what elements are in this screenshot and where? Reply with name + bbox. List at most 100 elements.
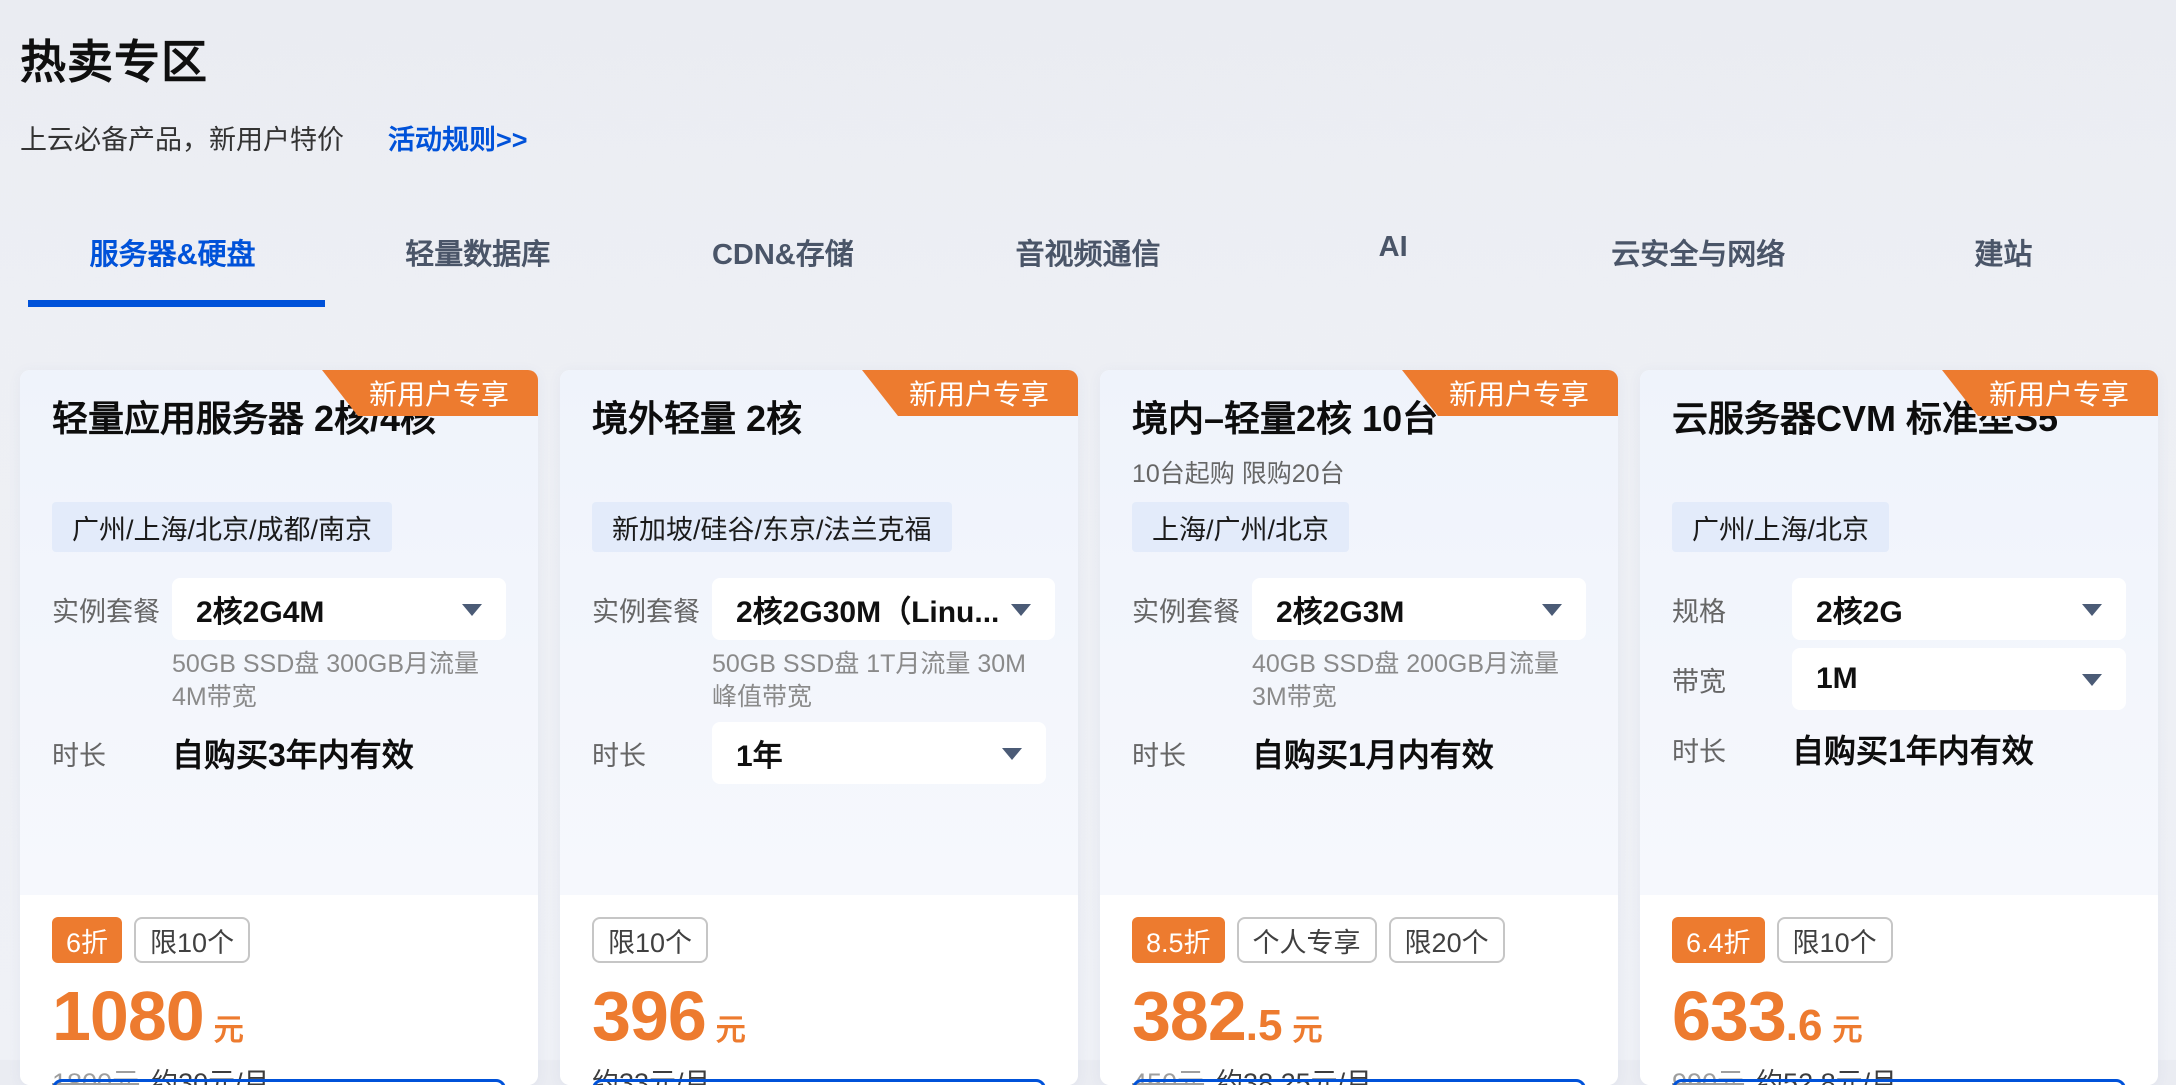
new-user-ribbon: 新用户专享: [322, 370, 538, 416]
card-row: 实例套餐 2核2G3M 40GB SSD盘 200GB月流量 3M带宽: [1132, 578, 1586, 714]
tab-2[interactable]: 轻量数据库: [325, 215, 630, 307]
limit-badge: 限10个: [1777, 917, 1893, 963]
select-value: 2核2G: [1816, 587, 1903, 631]
spec-description: 50GB SSD盘 300GB月流量 4M带宽: [172, 648, 506, 714]
select-value: 2核2G3M: [1276, 587, 1404, 631]
discount-badge: 6折: [52, 917, 122, 963]
tab-6[interactable]: 云安全与网络: [1546, 215, 1851, 307]
page-subtitle: 上云必备产品，新用户特价: [20, 118, 344, 157]
row-label: 规格: [1672, 578, 1792, 640]
price-integer: 633: [1672, 981, 1786, 1051]
select-value: 2核2G4M: [196, 587, 324, 631]
card-config-section: 境内–轻量2核 10台10台起购 限购20台上海/广州/北京实例套餐2核2G3M…: [1100, 370, 1618, 895]
price-decimal: .6: [1786, 1001, 1823, 1051]
price-integer: 396: [592, 981, 706, 1051]
page-title: 热卖专区: [20, 26, 2156, 92]
规格-select[interactable]: 2核2G: [1792, 578, 2126, 640]
tab-4[interactable]: 音视频通信: [935, 215, 1240, 307]
card-row: 带宽 1M: [1672, 648, 2126, 710]
card-price-section: 6.4折限10个633.6元990元约52.8元/月: [1640, 895, 2158, 1085]
region-tag: 广州/上海/北京/成都/南京: [52, 502, 392, 552]
row-value: 自购买1年内有效: [1792, 718, 2126, 780]
card-row: 时长自购买1月内有效: [1132, 722, 1586, 784]
new-user-ribbon: 新用户专享: [862, 370, 1078, 416]
buy-button[interactable]: [1132, 1079, 1586, 1085]
row-label: 实例套餐: [52, 578, 172, 640]
product-card: 新用户专享境外轻量 2核新加坡/硅谷/东京/法兰克福实例套餐2核2G30M（Li…: [560, 370, 1078, 1085]
card-row: 时长自购买3年内有效: [52, 722, 506, 784]
price-unit: 元: [1833, 1005, 1863, 1049]
select-value: 2核2G30M（Linu...: [736, 587, 999, 631]
row-label: 时长: [1672, 718, 1792, 780]
badge-row: 限10个: [592, 917, 1046, 963]
spec-description: 40GB SSD盘 200GB月流量 3M带宽: [1252, 648, 1586, 714]
实例套餐-select[interactable]: 2核2G4M: [172, 578, 506, 640]
row-value: 自购买3年内有效: [172, 722, 506, 784]
card-row: 实例套餐 2核2G4M 50GB SSD盘 300GB月流量 4M带宽: [52, 578, 506, 714]
card-rows: 实例套餐 2核2G3M 40GB SSD盘 200GB月流量 3M带宽时长自购买1月…: [1132, 578, 1586, 784]
buy-button[interactable]: [592, 1079, 1046, 1085]
card-subtitle: 10台起购 限购20台: [1132, 450, 1586, 494]
tab-1[interactable]: 服务器&硬盘: [20, 215, 325, 307]
price-decimal: .5: [1246, 1001, 1283, 1051]
price: 1080元: [52, 981, 506, 1051]
select-value: 1M: [1816, 662, 1858, 696]
card-subtitle: [592, 450, 1046, 494]
card-row: 规格 2核2G: [1672, 578, 2126, 640]
price-integer: 382: [1132, 981, 1246, 1051]
region-tag: 上海/广州/北京: [1132, 502, 1349, 552]
price-unit: 元: [716, 1005, 746, 1049]
badge-row: 8.5折个人专享限20个: [1132, 917, 1586, 963]
实例套餐-select[interactable]: 2核2G30M（Linu...: [712, 578, 1055, 640]
badge-row: 6折限10个: [52, 917, 506, 963]
limit-badge: 个人专享: [1237, 917, 1377, 963]
card-rows: 实例套餐2核2G30M（Linu...50GB SSD盘 1T月流量 30M峰值…: [592, 578, 1046, 784]
card-config-section: 轻量应用服务器 2核/4核广州/上海/北京/成都/南京实例套餐2核2G4M50G…: [20, 370, 538, 895]
带宽-select[interactable]: 1M: [1792, 648, 2126, 710]
product-card: 新用户专享境内–轻量2核 10台10台起购 限购20台上海/广州/北京实例套餐2…: [1100, 370, 1618, 1085]
card-row: 时长1年: [592, 722, 1046, 784]
limit-badge: 限10个: [134, 917, 250, 963]
row-label: 带宽: [1672, 648, 1792, 710]
new-user-ribbon: 新用户专享: [1942, 370, 2158, 416]
时长-select[interactable]: 1年: [712, 722, 1046, 784]
discount-badge: 6.4折: [1672, 917, 1765, 963]
chevron-down-icon: [1542, 604, 1562, 616]
card-row: 实例套餐2核2G30M（Linu...50GB SSD盘 1T月流量 30M峰值…: [592, 578, 1046, 714]
chevron-down-icon: [1002, 748, 1022, 760]
card-subtitle: [52, 450, 506, 494]
spec-description: 50GB SSD盘 1T月流量 30M峰值带宽: [712, 648, 1055, 714]
card-rows: 实例套餐 2核2G4M 50GB SSD盘 300GB月流量 4M带宽时长自购买3年…: [52, 578, 506, 784]
category-tabs: 服务器&硬盘轻量数据库CDN&存储音视频通信AI云安全与网络建站: [20, 215, 2156, 307]
discount-badge: 8.5折: [1132, 917, 1225, 963]
buy-button[interactable]: [52, 1079, 506, 1085]
product-card: 新用户专享轻量应用服务器 2核/4核广州/上海/北京/成都/南京实例套餐2核2G…: [20, 370, 538, 1085]
buy-button[interactable]: [1672, 1079, 2126, 1085]
实例套餐-select[interactable]: 2核2G3M: [1252, 578, 1586, 640]
tab-5[interactable]: AI: [1241, 215, 1546, 307]
card-subtitle: [1672, 450, 2126, 494]
card-price-section: 8.5折个人专享限20个382.5元450元约38.25元/月: [1100, 895, 1618, 1085]
card-config-section: 境外轻量 2核新加坡/硅谷/东京/法兰克福实例套餐2核2G30M（Linu...…: [560, 370, 1078, 895]
activity-rules-link[interactable]: 活动规则>>: [388, 118, 528, 157]
tab-3[interactable]: CDN&存储: [630, 215, 935, 307]
chevron-down-icon: [1011, 604, 1031, 616]
price: 396元: [592, 981, 1046, 1051]
limit-badge: 限20个: [1389, 917, 1505, 963]
badge-row: 6.4折限10个: [1672, 917, 2126, 963]
price: 633.6元: [1672, 981, 2126, 1051]
price-unit: 元: [1293, 1005, 1323, 1049]
select-value: 1年: [736, 731, 783, 775]
product-card-list: 新用户专享轻量应用服务器 2核/4核广州/上海/北京/成都/南京实例套餐2核2G…: [0, 370, 2176, 1085]
price: 382.5元: [1132, 981, 1586, 1051]
row-label: 实例套餐: [592, 578, 712, 640]
card-price-section: 6折限10个1080元1800元约30元/月: [20, 895, 538, 1085]
card-rows: 规格 2核2G 带宽 1M 时长自购买1年内有效: [1672, 578, 2126, 780]
price-integer: 1080: [52, 981, 204, 1051]
row-label: 实例套餐: [1132, 578, 1252, 640]
price-unit: 元: [214, 1005, 244, 1049]
tab-7[interactable]: 建站: [1851, 215, 2156, 307]
page-header: 热卖专区 上云必备产品，新用户特价 活动规则>>: [0, 0, 2176, 157]
product-card: 新用户专享云服务器CVM 标准型S5广州/上海/北京规格2核2G带宽1M时长自购…: [1640, 370, 2158, 1085]
card-price-section: 限10个396元约33元/月: [560, 895, 1078, 1085]
